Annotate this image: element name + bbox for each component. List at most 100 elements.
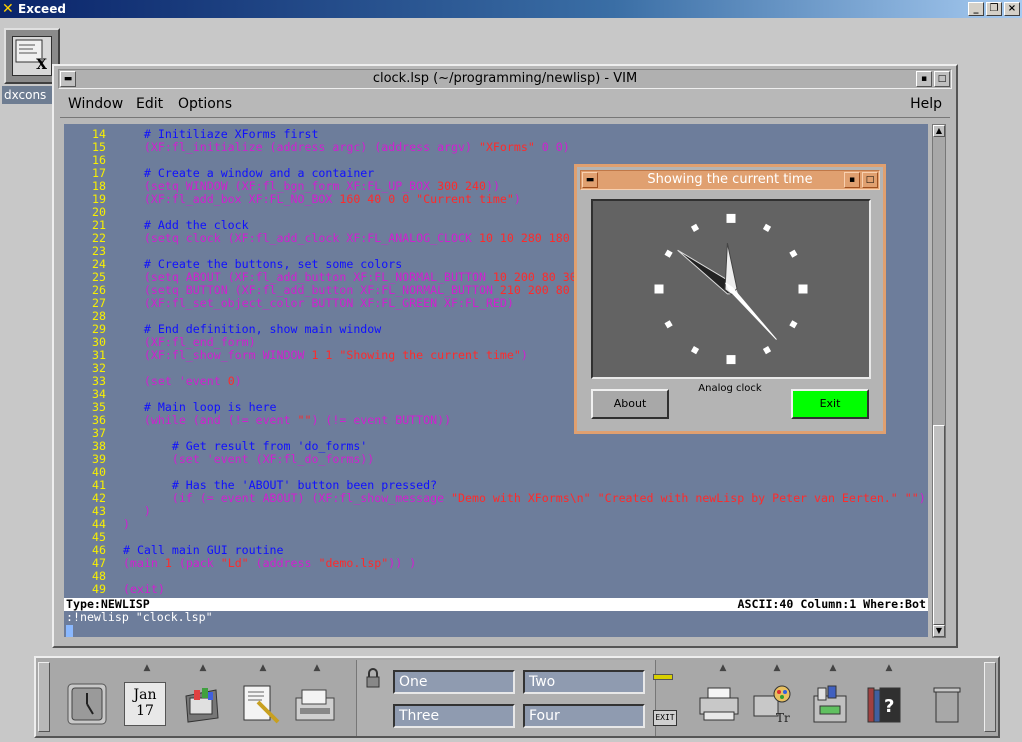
apps-subpanel-arrow[interactable]: ▲ — [826, 664, 840, 673]
line-number: 31 — [92, 348, 106, 362]
clock-minimize-button[interactable]: ▪ — [844, 172, 860, 188]
workspace-four[interactable]: Four — [523, 704, 645, 728]
calendar-icon[interactable]: Jan 17 — [124, 682, 166, 726]
line-number: 38 — [92, 439, 106, 453]
menu-edit[interactable]: Edit — [136, 96, 163, 112]
vim-scrollbar[interactable]: ▲ ▼ — [932, 124, 946, 638]
scroll-down-icon[interactable]: ▼ — [933, 625, 945, 637]
mail-subpanel-arrow[interactable]: ▲ — [310, 664, 324, 673]
code-segment: (XF:fl_end_form) — [116, 335, 256, 349]
exit-panel-button[interactable]: EXIT — [653, 710, 677, 726]
second-hand — [725, 282, 777, 340]
workspace-three[interactable]: Three — [393, 704, 515, 728]
help-manager-icon[interactable]: ? — [864, 682, 906, 726]
code-segment: ) (!= event BUTTON)) — [311, 413, 452, 427]
workspace-one[interactable]: One — [393, 670, 515, 694]
code-segment: (main — [116, 556, 165, 570]
code-segment: (setq BUTTON (XF:fl_add_button XF:FL_NOR… — [116, 283, 500, 297]
vim-command-line[interactable]: :!newlisp "clock.lsp" — [64, 611, 928, 637]
code-line: 31 (XF:fl_show_form WINDOW 1 1 "Showing … — [64, 349, 528, 362]
help-subpanel-arrow[interactable]: ▲ — [882, 664, 896, 673]
minimize-button[interactable]: _ — [968, 2, 984, 16]
code-line: 23 — [64, 245, 116, 258]
menu-help[interactable]: Help — [910, 96, 942, 112]
code-line: 32 — [64, 362, 116, 375]
terminal-icon: X — [12, 36, 52, 76]
console-icon-label[interactable]: dxcons — [2, 86, 54, 104]
line-number: 47 — [92, 556, 106, 570]
clock-titlebar[interactable]: ▬ Showing the current time ▪ □ — [580, 170, 880, 190]
lock-icon[interactable] — [365, 668, 381, 688]
code-segment: "demo.lsp" — [318, 556, 389, 570]
style-subpanel-arrow[interactable]: ▲ — [770, 664, 784, 673]
code-line: 43 ) — [64, 505, 151, 518]
close-button[interactable]: × — [1004, 2, 1020, 16]
printer-subpanel-arrow[interactable]: ▲ — [716, 664, 730, 673]
scroll-up-icon[interactable]: ▲ — [933, 125, 945, 137]
about-button[interactable]: About — [591, 389, 669, 419]
clock-tick — [798, 284, 808, 294]
file-manager-icon[interactable] — [180, 682, 222, 726]
printer-icon[interactable] — [698, 682, 740, 726]
code-line: 37 — [64, 427, 116, 440]
code-segment: # Has the 'ABOUT' button been pressed? — [116, 478, 438, 492]
line-number: 30 — [92, 335, 106, 349]
clock-window: ▬ Showing the current time ▪ □ Analog cl… — [574, 164, 886, 434]
panel-handle-left[interactable] — [38, 662, 50, 732]
clock-tick — [789, 249, 798, 258]
clock-tick — [762, 346, 772, 355]
vim-titlebar[interactable]: ▬ clock.lsp (~/programming/newlisp) - VI… — [58, 69, 952, 89]
application-manager-icon[interactable] — [808, 682, 850, 726]
line-number: 41 — [92, 478, 106, 492]
restore-button[interactable]: ❐ — [986, 2, 1002, 16]
panel-handle-right[interactable] — [984, 662, 996, 732]
line-number: 42 — [92, 491, 106, 505]
menu-options[interactable]: Options — [178, 96, 232, 112]
workspace-two[interactable]: Two — [523, 670, 645, 694]
cursor-position: ASCII:40 Column:1 Where:Bot — [737, 597, 926, 611]
trash-icon[interactable] — [926, 682, 968, 726]
code-line: 28 — [64, 310, 116, 323]
text-editor-icon[interactable] — [240, 682, 282, 726]
line-number: 23 — [92, 244, 106, 258]
vim-title: clock.lsp (~/programming/newlisp) - VIM — [372, 71, 638, 86]
code-segment: (XF:fl_add_box XF:FL_NO_BOX — [116, 192, 340, 206]
vim-menubar: Window Edit Options Help — [60, 92, 950, 118]
scroll-thumb[interactable] — [933, 425, 945, 625]
code-segment: ) — [234, 374, 242, 388]
vim-maximize-button[interactable]: □ — [934, 71, 950, 87]
line-number: 46 — [92, 543, 106, 557]
clock-maximize-button[interactable]: □ — [862, 172, 878, 188]
line-number: 40 — [92, 465, 106, 479]
clock-tick — [789, 320, 798, 329]
code-segment: (XF:fl_show_form WINDOW — [116, 348, 312, 362]
code-line: 15 (XF:fl_initialize (address argc) (add… — [64, 141, 570, 154]
exit-button[interactable]: Exit — [791, 389, 869, 419]
code-segment: (setq WINDOW (XF:fl_bgn_form XF:FL_UP_BO… — [116, 179, 438, 193]
mailbox-icon[interactable] — [294, 682, 336, 726]
files-subpanel-arrow[interactable]: ▲ — [196, 664, 210, 673]
minimize-icon: ▪ — [848, 175, 856, 185]
code-line: 19 (XF:fl_add_box XF:FL_NO_BOX 160 40 0 … — [64, 193, 521, 206]
clock-icon[interactable] — [66, 682, 108, 726]
vim-minimize-button[interactable]: ▪ — [916, 71, 932, 87]
editor-subpanel-arrow[interactable]: ▲ — [256, 664, 270, 673]
command-text: :!newlisp "clock.lsp" — [66, 610, 213, 624]
code-segment: ) — [520, 348, 528, 362]
maximize-icon: □ — [865, 175, 875, 185]
clock-tick — [654, 284, 664, 294]
calendar-subpanel-arrow[interactable]: ▲ — [140, 664, 154, 673]
text-cursor — [66, 625, 73, 637]
code-segment: # Main loop is here — [116, 400, 277, 414]
code-line: 45 — [64, 531, 116, 544]
code-segment: "" — [297, 413, 312, 427]
line-number: 25 — [92, 270, 106, 284]
code-segment: 0 — [227, 374, 235, 388]
code-line: 42 (if (= event ABOUT) (XF:fl_show_messa… — [64, 492, 928, 505]
code-segment: # End definition, show main window — [116, 322, 382, 336]
menu-window[interactable]: Window — [68, 96, 123, 112]
busy-light-icon — [653, 674, 673, 680]
style-manager-icon[interactable]: Tr — [752, 682, 794, 726]
code-line: 16 — [64, 154, 116, 167]
line-number: 26 — [92, 283, 106, 297]
